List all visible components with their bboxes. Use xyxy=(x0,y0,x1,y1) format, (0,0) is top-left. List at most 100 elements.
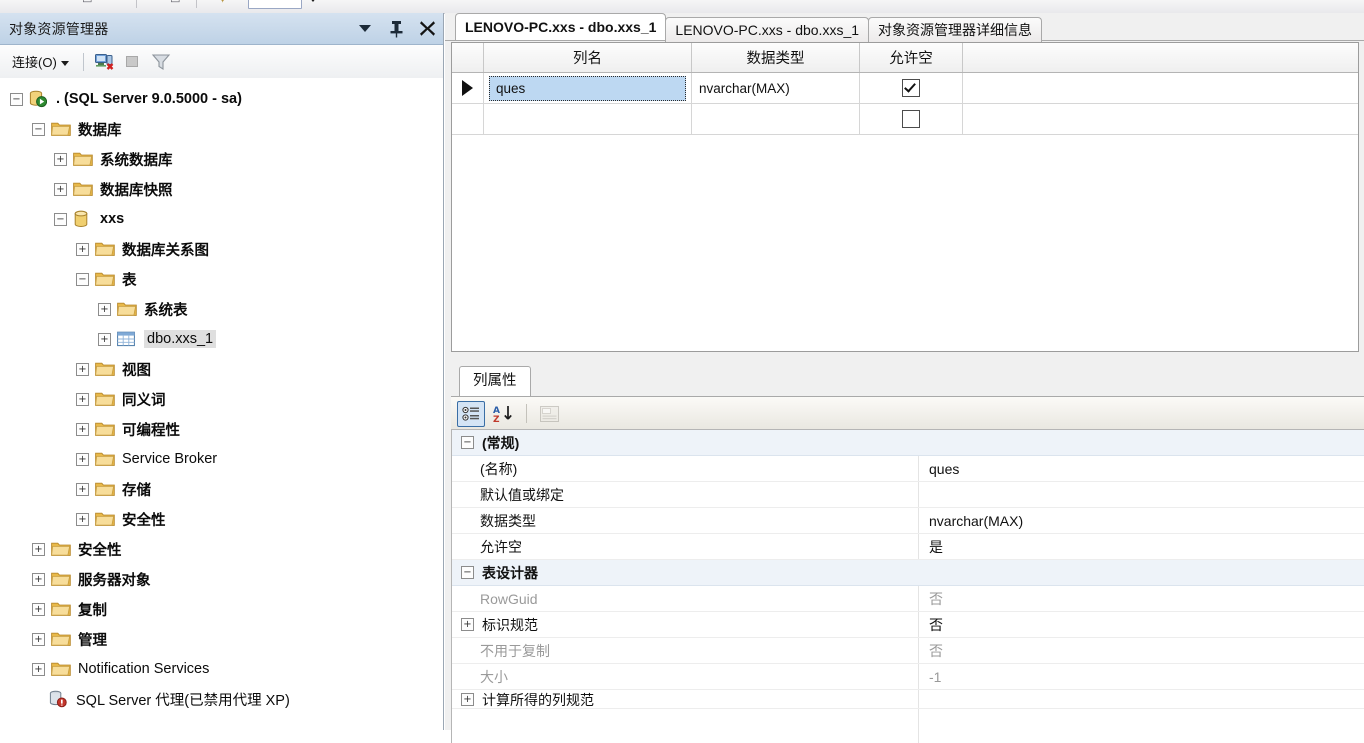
property-category-row[interactable]: − (常规) xyxy=(452,430,1364,456)
close-icon[interactable] xyxy=(417,19,437,39)
expand-icon[interactable]: + xyxy=(32,632,45,646)
toolbar-combo-box[interactable] xyxy=(248,0,302,9)
categorized-view-icon[interactable] xyxy=(457,400,485,427)
row-indicator-cell[interactable] xyxy=(452,103,484,135)
tree-node[interactable]: + 服务器对象 xyxy=(0,564,443,594)
collapse-icon[interactable]: − xyxy=(32,122,45,136)
property-row[interactable]: + 标识规范 否 xyxy=(452,612,1364,638)
property-row[interactable]: 数据类型 nvarchar(MAX) xyxy=(452,508,1364,534)
allow-nulls-checkbox[interactable] xyxy=(902,79,920,97)
toolbar-icon-3[interactable]: ✦ xyxy=(218,0,227,6)
tree-node[interactable]: + 安全性 xyxy=(0,534,443,564)
disconnect-icon[interactable] xyxy=(94,51,116,73)
row-indicator-cell[interactable] xyxy=(452,72,484,104)
expand-icon[interactable]: + xyxy=(76,392,89,406)
toolbar-icon-1[interactable]: ▭ xyxy=(82,0,92,6)
expand-icon[interactable]: + xyxy=(32,602,45,616)
cell-column-name[interactable] xyxy=(483,103,692,135)
property-value[interactable]: 否 xyxy=(929,641,943,661)
allow-nulls-checkbox[interactable] xyxy=(902,110,920,128)
tree-node[interactable]: + dbo.xxs_1 xyxy=(0,324,443,354)
expand-icon[interactable]: + xyxy=(54,182,67,196)
property-grid[interactable]: − (常规) (名称) ques 默认值或绑定 数据类型 nvarchar(MAX) 允许空是… xyxy=(451,429,1364,743)
collapse-icon[interactable]: − xyxy=(461,566,474,579)
tree-node[interactable]: + 同义词 xyxy=(0,384,443,414)
property-value[interactable]: nvarchar(MAX) xyxy=(929,513,1023,529)
property-value[interactable]: 否 xyxy=(929,615,943,635)
expand-icon[interactable]: + xyxy=(98,332,111,346)
property-row[interactable]: (名称) ques xyxy=(452,456,1364,482)
header-allow-nulls[interactable]: 允许空 xyxy=(859,43,963,73)
document-tab[interactable]: 对象资源管理器详细信息 xyxy=(868,17,1043,42)
collapse-icon[interactable]: − xyxy=(54,212,67,226)
document-tabstrip[interactable]: LENOVO-PC.xxs - dbo.xxs_1 LENOVO-PC.xxs -… xyxy=(445,13,1364,42)
expand-icon[interactable]: + xyxy=(461,693,474,706)
tree-node[interactable]: + 数据库关系图 xyxy=(0,234,443,264)
cell-column-name[interactable]: ques xyxy=(483,72,692,104)
property-row[interactable]: + 计算所得的列规范 xyxy=(452,690,1364,709)
tree-node[interactable]: + 系统数据库 xyxy=(0,144,443,174)
expand-icon[interactable]: + xyxy=(32,572,45,586)
collapse-icon[interactable]: − xyxy=(461,436,474,449)
property-value[interactable]: -1 xyxy=(929,669,941,685)
sort-alphabetical-icon[interactable]: A Z xyxy=(490,401,518,427)
expand-icon[interactable]: + xyxy=(76,422,89,436)
property-row[interactable]: 默认值或绑定 xyxy=(452,482,1364,508)
tab-column-properties[interactable]: 列属性 xyxy=(459,366,531,396)
tree-node[interactable]: − 数据库 xyxy=(0,114,443,144)
tree-node[interactable]: + 系统表 xyxy=(0,294,443,324)
property-value[interactable]: 否 xyxy=(929,589,943,609)
table-row[interactable]: ques nvarchar(MAX) xyxy=(452,72,1358,104)
tree-node[interactable]: + 安全性 xyxy=(0,504,443,534)
document-tab[interactable]: LENOVO-PC.xxs - dbo.xxs_1 xyxy=(665,17,870,42)
expand-icon[interactable]: + xyxy=(32,542,45,556)
filter-icon[interactable] xyxy=(150,51,172,73)
property-row[interactable]: 允许空 是 xyxy=(452,534,1364,560)
expand-icon[interactable]: + xyxy=(76,242,89,256)
property-value[interactable]: ques xyxy=(929,461,959,477)
property-row[interactable]: 大小 -1 xyxy=(452,664,1364,690)
tree-node[interactable]: − . (SQL Server 9.0.5000 - sa) xyxy=(0,84,443,114)
tree-node[interactable]: + Notification Services xyxy=(0,654,443,684)
properties-tabstrip[interactable]: 列属性 xyxy=(451,365,1364,397)
tree-node[interactable]: + 视图 xyxy=(0,354,443,384)
property-category-row[interactable]: − 表设计器 xyxy=(452,560,1364,586)
document-tab[interactable]: LENOVO-PC.xxs - dbo.xxs_1 xyxy=(455,13,667,40)
chevron-down-icon[interactable] xyxy=(355,19,375,39)
tree-node[interactable]: + 可编程性 xyxy=(0,414,443,444)
pin-icon[interactable] xyxy=(386,19,406,39)
property-value[interactable]: 是 xyxy=(929,537,943,557)
tree-node[interactable]: + 管理 xyxy=(0,624,443,654)
tree-node[interactable]: − xxs xyxy=(0,204,443,234)
tree-node[interactable]: SQL Server 代理(已禁用代理 XP) xyxy=(0,684,443,714)
header-data-type[interactable]: 数据类型 xyxy=(691,43,860,73)
table-row[interactable] xyxy=(452,103,1358,135)
collapse-icon[interactable]: − xyxy=(10,92,23,106)
toolbar-icon-2[interactable]: ▭ xyxy=(170,0,180,6)
tree-node[interactable]: + 复制 xyxy=(0,594,443,624)
tree-node[interactable]: + 数据库快照 xyxy=(0,174,443,204)
expand-icon[interactable]: + xyxy=(76,452,89,466)
expand-icon[interactable]: + xyxy=(76,362,89,376)
cell-allow-nulls[interactable] xyxy=(859,72,963,104)
object-explorer-tree[interactable]: −. (SQL Server 9.0.5000 - sa) − 数据库 + 系统数据库 +… xyxy=(0,78,443,730)
chevron-down-icon[interactable] xyxy=(306,0,320,2)
property-row[interactable]: 不用于复制 否 xyxy=(452,638,1364,664)
column-name-input[interactable]: ques xyxy=(489,75,686,101)
cell-allow-nulls[interactable] xyxy=(859,103,963,135)
expand-icon[interactable]: + xyxy=(98,302,111,316)
expand-icon[interactable]: + xyxy=(76,512,89,526)
header-column-name[interactable]: 列名 xyxy=(483,43,692,73)
tree-node[interactable]: − 表 xyxy=(0,264,443,294)
expand-icon[interactable]: + xyxy=(54,152,67,166)
cell-data-type[interactable]: nvarchar(MAX) xyxy=(691,72,860,104)
expand-icon[interactable]: + xyxy=(32,662,45,676)
expand-icon[interactable]: + xyxy=(461,618,474,631)
connect-button[interactable]: 连接(O) xyxy=(8,50,73,73)
expand-icon[interactable]: + xyxy=(76,482,89,496)
cell-data-type[interactable] xyxy=(691,103,860,135)
collapse-icon[interactable]: − xyxy=(76,272,89,286)
tree-node[interactable]: + Service Broker xyxy=(0,444,443,474)
property-row[interactable]: RowGuid 否 xyxy=(452,586,1364,612)
tree-node[interactable]: + 存储 xyxy=(0,474,443,504)
